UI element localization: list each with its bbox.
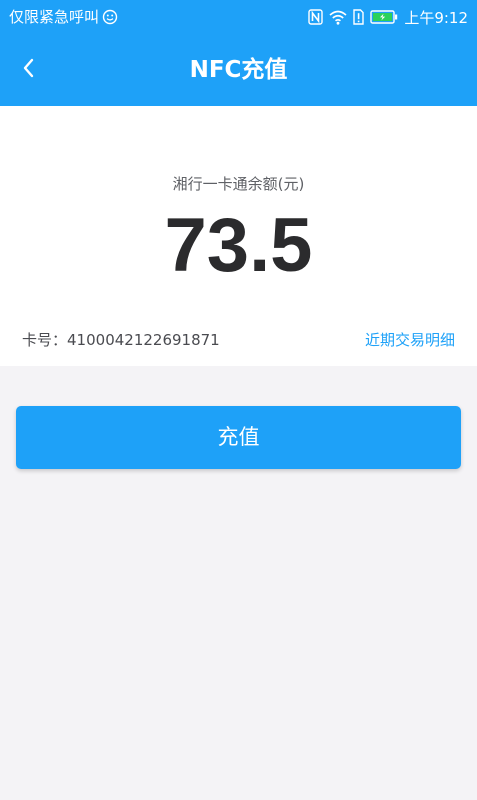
status-left: 仅限紧急呼叫	[9, 7, 118, 27]
sim-alert-icon	[353, 9, 365, 25]
card-number-label: 卡号：	[22, 331, 68, 349]
status-bar: 仅限紧急呼叫 上午9:12	[0, 0, 477, 34]
header-bar: NFC充值	[0, 34, 477, 106]
card-number: 卡号：4100042122691871	[22, 330, 220, 350]
battery-charging-icon	[370, 10, 398, 24]
recent-transactions-link[interactable]: 近期交易明细	[365, 330, 455, 350]
balance-card: 湘行一卡通余额(元) 73.5 卡号：4100042122691871 近期交易…	[0, 106, 477, 366]
page-title: NFC充值	[189, 57, 288, 83]
wifi-icon	[329, 10, 347, 25]
emoji-icon	[102, 9, 118, 25]
balance-value: 73.5	[164, 203, 313, 288]
status-time: 上午9:12	[404, 8, 468, 27]
recharge-button[interactable]: 充值	[16, 406, 461, 469]
card-number-value: 4100042122691871	[67, 331, 220, 349]
nfc-icon	[308, 9, 324, 25]
balance-label: 湘行一卡通余额(元)	[172, 175, 305, 193]
status-right: 上午9:12	[308, 7, 468, 27]
carrier-text: 仅限紧急呼叫	[9, 8, 100, 26]
